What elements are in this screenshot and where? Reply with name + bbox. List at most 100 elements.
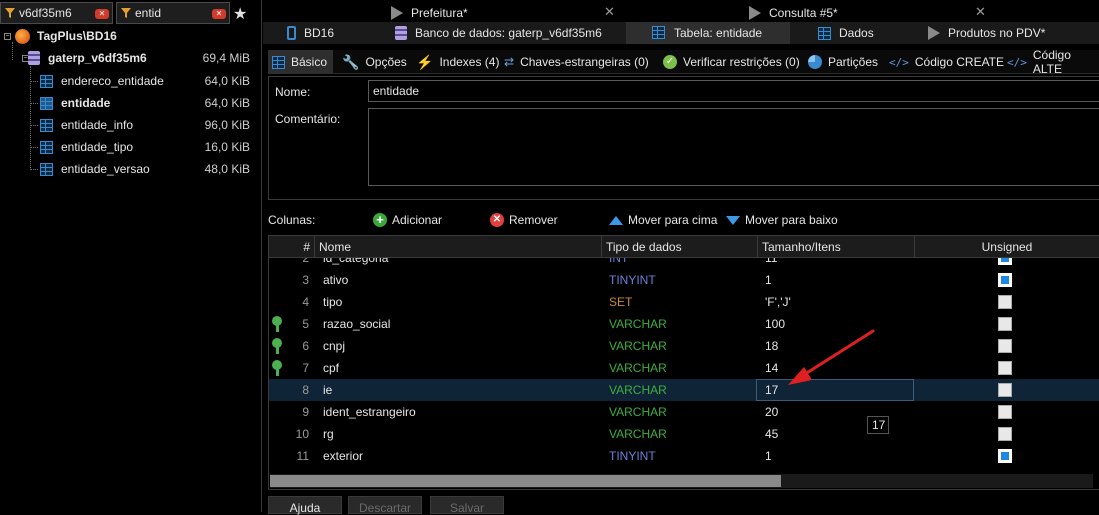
save-button[interactable]: Salvar xyxy=(430,496,504,515)
data-type-cell[interactable]: VARCHAR xyxy=(609,317,667,331)
row-number[interactable]: 4 xyxy=(269,295,309,309)
table-row[interactable]: 11 exterior TINYINT 1 xyxy=(269,445,1099,467)
column-name-cell[interactable]: ident_estrangeiro xyxy=(323,405,416,419)
data-type-cell[interactable]: TINYINT xyxy=(609,449,656,463)
table-row[interactable]: 9 ident_estrangeiro VARCHAR 20 xyxy=(269,401,1099,423)
move-down-button[interactable]: Mover para baixo xyxy=(726,211,838,229)
column-name-cell[interactable]: cpf xyxy=(323,361,339,375)
table-row[interactable]: 6 cnpj VARCHAR 18 xyxy=(269,335,1099,357)
table-comment-input[interactable] xyxy=(368,108,1099,186)
column-name-cell[interactable]: rg xyxy=(323,427,334,441)
tab-codigo-alter[interactable]: </> Código ALTE xyxy=(1007,48,1099,76)
collapse-icon[interactable]: − xyxy=(4,33,11,40)
column-header-name[interactable]: Nome xyxy=(315,236,602,258)
unsigned-checkbox[interactable] xyxy=(998,361,1012,375)
database-filter-input[interactable] xyxy=(19,6,99,20)
clear-filter-icon[interactable]: ✕ xyxy=(95,9,109,19)
tab-codigo-create[interactable]: </> Código CREATE xyxy=(889,50,1004,74)
unsigned-checkbox[interactable] xyxy=(998,427,1012,441)
add-column-button[interactable]: + Adicionar xyxy=(373,211,442,229)
table-row[interactable]: 8 ie VARCHAR 17 xyxy=(269,379,1099,401)
unsigned-checkbox[interactable] xyxy=(998,295,1012,309)
discard-button[interactable]: Descartar xyxy=(348,496,422,515)
row-number[interactable]: 3 xyxy=(269,273,309,287)
close-icon[interactable]: ✕ xyxy=(604,4,615,20)
tab-consulta-5[interactable]: Consulta #5* xyxy=(749,2,838,24)
column-name-cell[interactable]: ie xyxy=(323,383,332,397)
table-name-input[interactable] xyxy=(368,80,1099,102)
column-header-type[interactable]: Tipo de dados xyxy=(602,236,758,258)
tab-chaves-estrangeiras[interactable]: ⇄ Chaves-estrangeiras (0) xyxy=(504,50,649,74)
tree-item-table[interactable]: endereco_entidade 64,0 KiB xyxy=(0,70,262,92)
tree-item-table[interactable]: entidade_info 96,0 KiB xyxy=(0,114,262,136)
tab-indexes[interactable]: ⚡ Indexes (4) xyxy=(416,50,499,74)
close-icon[interactable]: ✕ xyxy=(975,4,986,20)
data-type-cell[interactable]: VARCHAR xyxy=(609,405,667,419)
tree-item-database[interactable]: − gaterp_v6df35m6 69,4 MiB xyxy=(0,47,262,69)
tab-database[interactable]: Banco de dados: gaterp_v6df35m6 xyxy=(395,22,602,44)
data-type-cell[interactable]: VARCHAR xyxy=(609,427,667,441)
row-number[interactable]: 5 xyxy=(269,317,309,331)
row-number[interactable]: 9 xyxy=(269,405,309,419)
help-button[interactable]: Ajuda xyxy=(268,496,342,515)
tree-item-table[interactable]: entidade_versao 48,0 KiB xyxy=(0,158,262,180)
unsigned-checkbox[interactable] xyxy=(998,273,1012,287)
data-type-cell[interactable]: SET xyxy=(609,295,632,309)
row-number[interactable]: 7 xyxy=(269,361,309,375)
filter-tab-database[interactable]: ✕ xyxy=(0,2,113,24)
column-header-number[interactable]: # xyxy=(269,236,315,258)
filter-tab-table[interactable]: ✕ xyxy=(116,2,230,24)
unsigned-checkbox[interactable] xyxy=(998,317,1012,331)
row-number[interactable]: 11 xyxy=(269,449,309,463)
tab-table-entidade[interactable]: Tabela: entidade xyxy=(626,22,790,44)
column-name-cell[interactable]: tipo xyxy=(323,295,342,309)
tree-item-server[interactable]: − TagPlus\BD16 xyxy=(0,25,262,47)
tree-item-table-selected[interactable]: entidade 64,0 KiB xyxy=(0,92,262,114)
unsigned-checkbox[interactable] xyxy=(998,383,1012,397)
size-cell[interactable]: 18 xyxy=(765,339,778,353)
tab-basico[interactable]: Básico xyxy=(268,50,334,74)
column-header-size[interactable]: Tamanho/Itens xyxy=(758,236,915,258)
size-cell[interactable]: 1 xyxy=(765,273,772,287)
tab-host[interactable]: BD16 xyxy=(287,22,334,44)
data-type-cell[interactable]: VARCHAR xyxy=(609,339,667,353)
table-row[interactable]: 3 ativo TINYINT 1 xyxy=(269,269,1099,291)
size-cell[interactable]: 20 xyxy=(765,405,778,419)
table-row[interactable]: 10 rg VARCHAR 45 xyxy=(269,423,1099,445)
table-row[interactable]: 4 tipo SET 'F','J' xyxy=(269,291,1099,313)
tab-opcoes[interactable]: 🔧 Opções xyxy=(342,50,407,74)
table-row[interactable]: 7 cpf VARCHAR 14 xyxy=(269,357,1099,379)
table-filter-input[interactable] xyxy=(135,6,215,20)
size-cell[interactable]: 14 xyxy=(765,361,778,375)
unsigned-checkbox[interactable] xyxy=(998,405,1012,419)
star-icon[interactable]: ★ xyxy=(233,4,247,24)
size-cell[interactable]: 45 xyxy=(765,427,778,441)
row-number[interactable]: 8 xyxy=(269,383,309,397)
tab-verificar-restricoes[interactable]: ✓ Verificar restrições (0) xyxy=(663,50,800,74)
clear-filter-icon[interactable]: ✕ xyxy=(212,9,226,19)
data-type-cell[interactable]: VARCHAR xyxy=(609,383,667,397)
unsigned-checkbox[interactable] xyxy=(998,449,1012,463)
size-cell[interactable]: 'F','J' xyxy=(765,295,791,309)
column-name-cell[interactable]: exterior xyxy=(323,449,363,463)
remove-column-button[interactable]: ✕ Remover xyxy=(490,211,558,229)
unsigned-checkbox[interactable] xyxy=(998,339,1012,353)
column-name-cell[interactable]: razao_social xyxy=(323,317,390,331)
column-name-cell[interactable]: cnpj xyxy=(323,339,345,353)
row-number[interactable]: 10 xyxy=(269,427,309,441)
tab-prefeitura[interactable]: Prefeitura* xyxy=(391,2,468,24)
column-name-cell[interactable]: ativo xyxy=(323,273,348,287)
scrollbar-thumb[interactable] xyxy=(270,475,781,487)
tab-particoes[interactable]: Partições xyxy=(808,50,878,74)
horizontal-scrollbar[interactable] xyxy=(270,474,1093,488)
size-cell[interactable]: 1 xyxy=(765,449,772,463)
move-up-button[interactable]: Mover para cima xyxy=(609,211,717,229)
row-number[interactable]: 6 xyxy=(269,339,309,353)
data-type-cell[interactable]: TINYINT xyxy=(609,273,656,287)
column-header-unsigned[interactable]: Unsigned xyxy=(915,236,1099,258)
table-row[interactable]: 5 razao_social VARCHAR 100 xyxy=(269,313,1099,335)
tree-item-table[interactable]: entidade_tipo 16,0 KiB xyxy=(0,136,262,158)
data-type-cell[interactable]: VARCHAR xyxy=(609,361,667,375)
tab-data[interactable]: Dados xyxy=(818,22,874,44)
tab-produtos-pdv[interactable]: Produtos no PDV* xyxy=(928,22,1045,44)
